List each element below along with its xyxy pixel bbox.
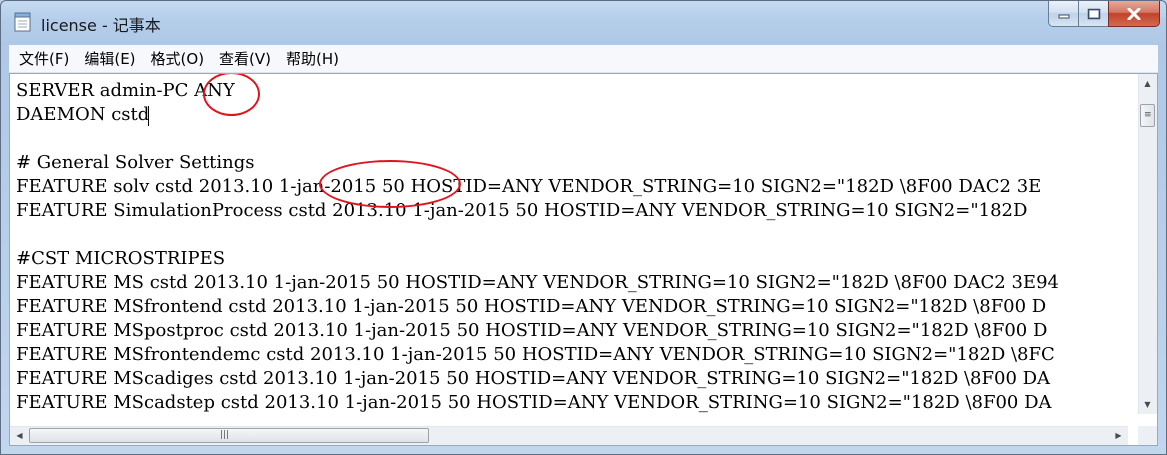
text-line: FEATURE solv cstd 2013.10 1-jan-2015 50 … (16, 176, 1042, 197)
text-line: FEATURE MScadiges cstd 2013.10 1-jan-201… (16, 368, 1051, 389)
text-line: FEATURE SimulationProcess cstd 2013.10 1… (16, 200, 1028, 221)
size-grip[interactable] (1138, 426, 1157, 445)
vertical-scrollbar[interactable]: ▲ ≡ ▼ (1138, 74, 1157, 414)
close-button[interactable] (1108, 1, 1160, 27)
grip-icon: ||| (220, 430, 230, 440)
scroll-down-arrow-icon[interactable]: ▼ (1139, 396, 1156, 413)
maximize-icon (1087, 8, 1100, 19)
scroll-right-arrow-icon[interactable]: ▶ (1110, 427, 1127, 444)
text-caret (148, 106, 149, 126)
title-bar[interactable]: license - 记事本 (1, 1, 1166, 41)
scroll-left-arrow-icon[interactable]: ◀ (11, 427, 28, 444)
caption-buttons (1048, 1, 1160, 27)
menu-view[interactable]: 查看(V) (214, 48, 276, 69)
minimize-button[interactable] (1048, 1, 1078, 27)
menu-help[interactable]: 帮助(H) (281, 48, 344, 69)
text-line: FEATURE MSpostproc cstd 2013.10 1-jan-20… (16, 320, 1048, 341)
menu-format[interactable]: 格式(O) (146, 48, 210, 69)
text-line: FEATURE MSfrontendemc cstd 2013.10 1-jan… (16, 344, 1055, 365)
notepad-window: license - 记事本 文件(F) 编辑(E) 格式(O) 查看(V) 帮助… (0, 0, 1167, 455)
horizontal-scrollbar[interactable]: ◀ ||| ▶ (10, 426, 1128, 445)
window-title: license - 记事本 (41, 16, 161, 35)
horizontal-scroll-thumb[interactable]: ||| (29, 428, 429, 443)
menu-edit[interactable]: 编辑(E) (79, 48, 140, 69)
text-line: SERVER admin-PC ANY (16, 80, 235, 101)
text-line: DAEMON cstd (16, 104, 150, 125)
minimize-icon (1058, 14, 1069, 18)
close-icon (1127, 7, 1141, 20)
text-line: # General Solver Settings (16, 152, 255, 173)
menu-bar: 文件(F) 编辑(E) 格式(O) 查看(V) 帮助(H) (9, 45, 1158, 73)
text-editor[interactable]: SERVER admin-PC ANY DAEMON cstd # Genera… (9, 73, 1158, 446)
menu-file[interactable]: 文件(F) (14, 48, 74, 69)
text-content[interactable]: SERVER admin-PC ANY DAEMON cstd # Genera… (10, 74, 1128, 414)
maximize-button[interactable] (1078, 1, 1108, 27)
text-line: FEATURE MSfrontend cstd 2013.10 1-jan-20… (16, 296, 1047, 317)
scroll-up-arrow-icon[interactable]: ▲ (1139, 75, 1156, 92)
vertical-scroll-thumb[interactable]: ≡ (1140, 104, 1155, 127)
text-line: FEATURE MS cstd 2013.10 1-jan-2015 50 HO… (16, 272, 1059, 293)
text-line: #CST MICROSTRIPES (16, 248, 226, 269)
grip-icon: ≡ (1144, 110, 1152, 120)
text-line: FEATURE MScadstep cstd 2013.10 1-jan-201… (16, 392, 1052, 413)
notepad-icon (14, 12, 31, 32)
